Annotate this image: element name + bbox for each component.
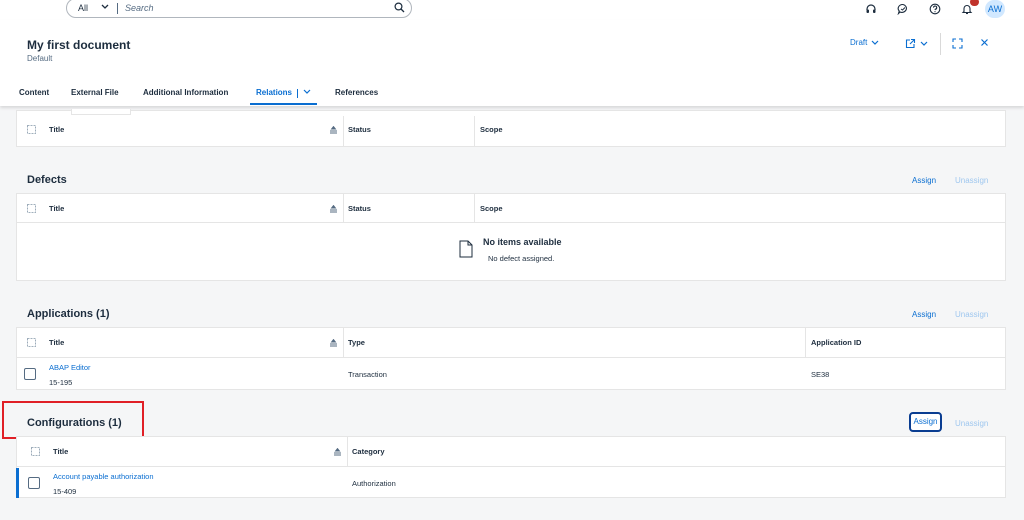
close-button[interactable] — [980, 38, 989, 47]
column-divider — [474, 194, 475, 222]
column-header-scope[interactable]: Scope — [480, 125, 503, 134]
header-row-divider — [16, 357, 1006, 358]
tab-content[interactable]: Content — [19, 88, 49, 97]
configuration-title-link[interactable]: Account payable authorization — [53, 472, 154, 481]
column-header-status[interactable]: Status — [348, 204, 371, 213]
row-selection-indicator — [16, 468, 19, 498]
header-row-divider — [16, 466, 1006, 467]
configurations-table — [16, 436, 1006, 498]
sort-icon[interactable] — [329, 205, 338, 213]
share-button[interactable] — [905, 38, 928, 49]
select-all-checkbox[interactable] — [31, 447, 40, 456]
tab-bar: Content External File Additional Informa… — [0, 84, 1024, 106]
select-all-checkbox[interactable] — [27, 204, 36, 213]
sort-icon[interactable] — [333, 448, 342, 456]
column-header-title[interactable]: Title — [49, 338, 64, 347]
applications-unassign-button[interactable]: Unassign — [955, 310, 988, 319]
page-subtitle: Default — [27, 54, 53, 63]
draft-label: Draft — [850, 38, 868, 47]
search-field[interactable]: All — [66, 0, 412, 18]
column-header-title[interactable]: Title — [53, 447, 68, 456]
top-table — [16, 109, 1006, 147]
share-icon — [905, 38, 916, 49]
column-header-title[interactable]: Title — [49, 204, 64, 213]
column-header-scope[interactable]: Scope — [480, 204, 503, 213]
applications-table — [16, 327, 1006, 390]
chevron-down-icon[interactable] — [303, 89, 311, 95]
chat-icon[interactable] — [897, 3, 909, 15]
column-divider — [347, 437, 348, 466]
fullscreen-button[interactable] — [952, 38, 963, 49]
tab-additional-information[interactable]: Additional Information — [143, 88, 228, 97]
search-separator — [117, 3, 118, 14]
defects-assign-button[interactable]: Assign — [912, 176, 936, 185]
draft-button[interactable]: Draft — [850, 38, 879, 47]
close-icon — [980, 38, 989, 47]
application-number: 15-195 — [49, 378, 73, 387]
column-header-title[interactable]: Title — [49, 125, 64, 134]
configuration-number: 15-409 — [53, 487, 77, 496]
row-checkbox[interactable] — [28, 477, 40, 489]
headset-icon[interactable] — [865, 3, 877, 15]
configurations-unassign-button[interactable]: Unassign — [955, 419, 988, 428]
sort-icon[interactable] — [329, 126, 338, 134]
page-title: My first document — [27, 38, 131, 52]
column-divider — [343, 194, 344, 222]
sort-icon[interactable] — [329, 339, 338, 347]
chevron-down-icon — [920, 41, 928, 47]
shell-bar: All AW — [0, 0, 1024, 20]
row-checkbox[interactable] — [24, 368, 36, 380]
empty-state-title: No items available — [483, 237, 562, 247]
configuration-category: Authorization — [352, 479, 396, 488]
defects-unassign-button[interactable]: Unassign — [955, 176, 988, 185]
chevron-down-icon[interactable] — [101, 4, 109, 10]
application-type: Transaction — [348, 370, 387, 379]
applications-assign-button[interactable]: Assign — [912, 310, 936, 319]
header-row-divider — [16, 222, 1006, 223]
avatar[interactable]: AW — [985, 0, 1005, 18]
help-icon[interactable] — [929, 3, 941, 15]
column-divider — [343, 116, 344, 146]
applications-section-title: Applications (1) — [27, 308, 110, 320]
column-header-type[interactable]: Type — [348, 338, 365, 347]
column-header-category[interactable]: Category — [352, 447, 385, 456]
select-all-checkbox[interactable] — [27, 338, 36, 347]
column-divider — [474, 116, 475, 146]
application-id: SE38 — [811, 370, 830, 379]
defects-section-title: Defects — [27, 174, 67, 186]
tab-relations[interactable]: Relations — [256, 88, 292, 97]
popover-remnant — [71, 109, 131, 115]
tab-external-file[interactable]: External File — [71, 88, 119, 97]
search-icon[interactable] — [394, 2, 405, 13]
search-input[interactable] — [125, 1, 365, 14]
configurations-assign-button[interactable]: Assign — [909, 412, 942, 432]
tab-active-indicator — [250, 103, 317, 105]
document-icon — [459, 240, 473, 258]
object-header: My first document Default Draft Content … — [0, 20, 1024, 106]
configurations-section-title: Configurations (1) — [27, 417, 122, 429]
header-separator — [940, 33, 941, 55]
notification-badge — [970, 0, 979, 6]
empty-state-text: No defect assigned. — [488, 254, 555, 263]
tab-references[interactable]: References — [335, 88, 378, 97]
search-scope[interactable]: All — [78, 3, 88, 13]
column-divider — [343, 328, 344, 357]
column-header-status[interactable]: Status — [348, 125, 371, 134]
tab-separator — [297, 89, 298, 98]
chevron-down-icon — [871, 40, 879, 46]
column-header-application-id[interactable]: Application ID — [811, 338, 861, 347]
column-divider — [805, 328, 806, 357]
application-title-link[interactable]: ABAP Editor — [49, 363, 91, 372]
select-all-checkbox[interactable] — [27, 125, 36, 134]
fullscreen-icon — [952, 38, 963, 49]
